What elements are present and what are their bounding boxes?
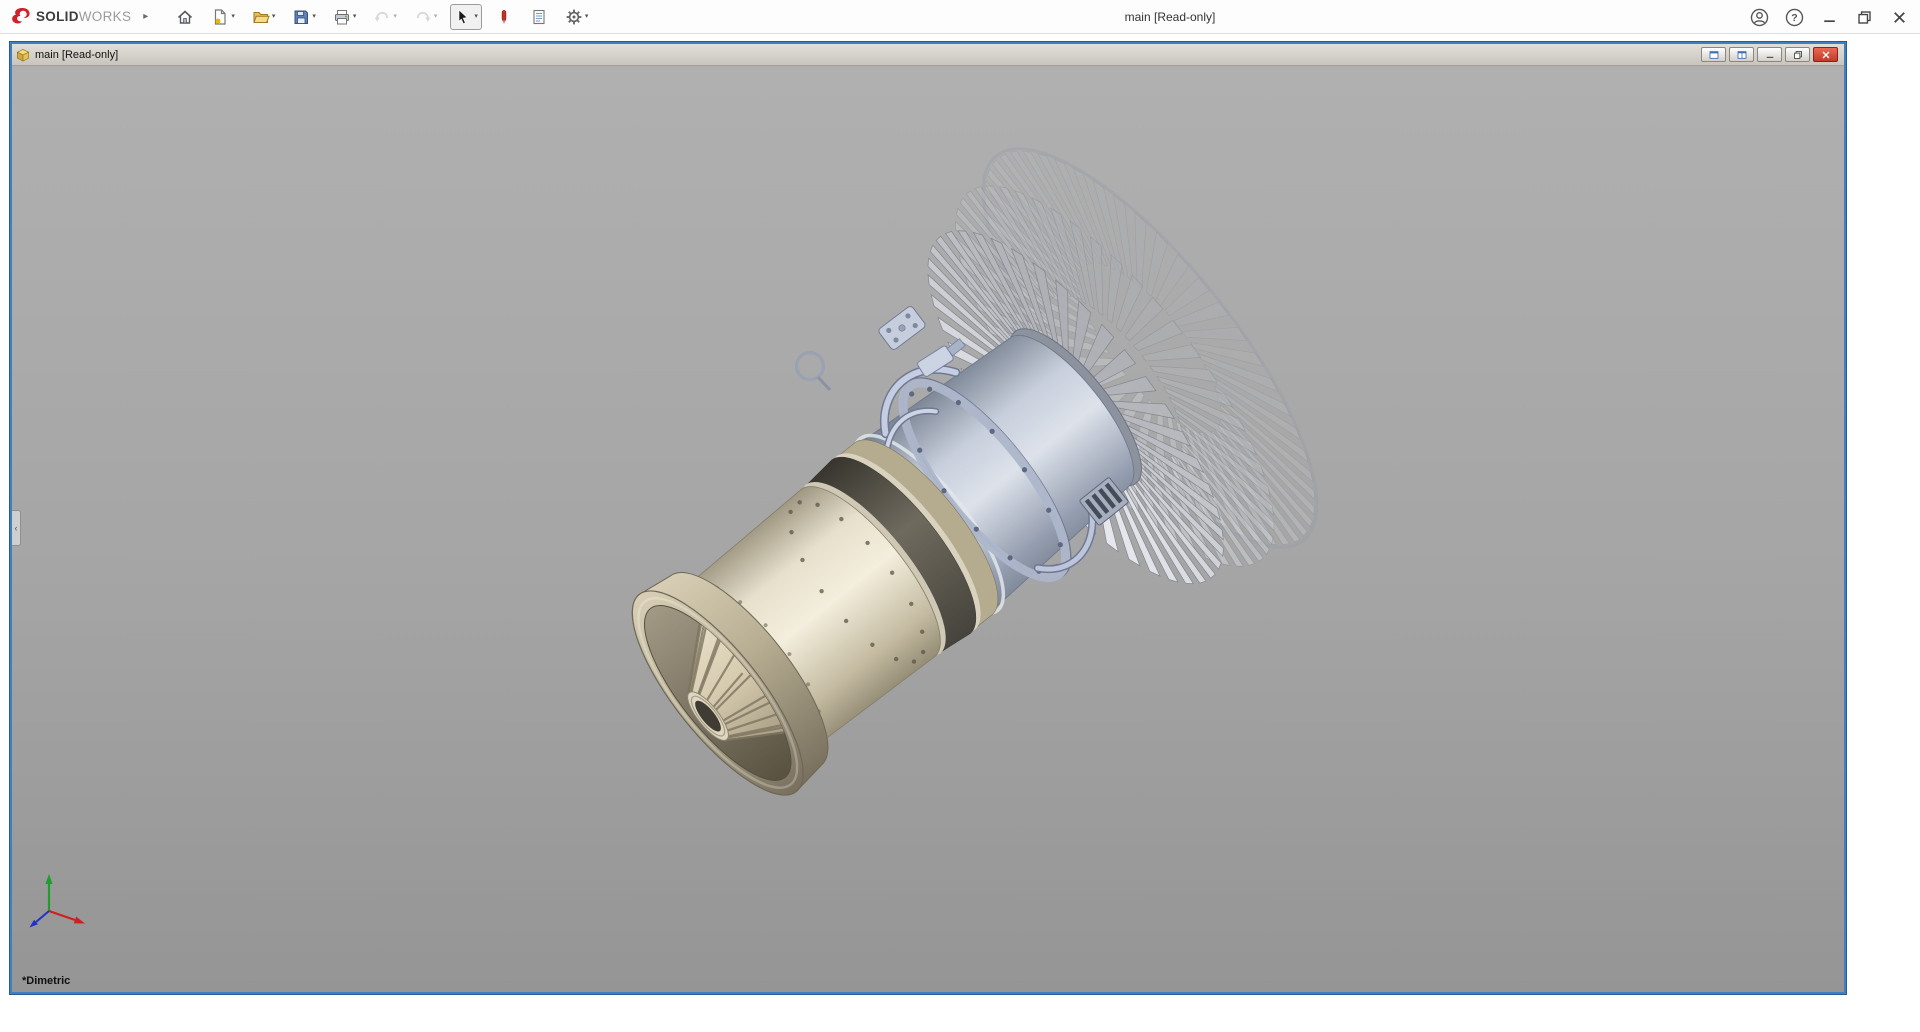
open-folder-icon: [253, 11, 270, 23]
app-window-controls: ?: [1746, 0, 1912, 34]
orientation-triad: [29, 874, 85, 928]
dropdown-caret-icon[interactable]: ▾: [434, 13, 438, 20]
triad-x-axis: [73, 916, 85, 924]
assembly-cube-icon: [16, 48, 30, 62]
minimize-button[interactable]: [1816, 4, 1842, 30]
dropdown-caret-icon[interactable]: ▾: [272, 13, 276, 20]
toolbar-undo-button[interactable]: ▾: [369, 4, 401, 30]
toolbar-touch-pen-button[interactable]: [491, 4, 517, 30]
hoist-ring: [794, 350, 826, 382]
toolbar-print-button[interactable]: ▾: [329, 4, 361, 30]
toolbar-home-button[interactable]: [172, 4, 198, 30]
toolbar-select-button[interactable]: ▾: [450, 3, 482, 30]
close-white-icon: [1822, 51, 1829, 58]
account-button[interactable]: [1746, 4, 1772, 30]
viewport-canvas: [29, 147, 1319, 928]
new-document-icon: [215, 8, 226, 25]
doc-viewport-single-button[interactable]: [1701, 47, 1726, 62]
select-cursor-icon: [459, 8, 469, 24]
maximize-button[interactable]: [1851, 4, 1877, 30]
document-title: main [Read-only]: [35, 48, 119, 61]
redo-arrow-icon: [416, 11, 431, 22]
close-button[interactable]: [1886, 4, 1912, 30]
restore-icon: [1857, 10, 1871, 24]
accessory-pad: [878, 306, 926, 350]
minimize-icon: [1766, 56, 1773, 58]
brand-text: SOLIDWORKS: [36, 8, 132, 24]
close-icon: [1893, 11, 1905, 23]
dropdown-caret-icon[interactable]: ▾: [393, 13, 397, 20]
dropdown-caret-icon[interactable]: ▾: [474, 13, 478, 20]
save-floppy-icon: [294, 10, 309, 24]
dropdown-caret-icon[interactable]: ▾: [353, 13, 357, 20]
home-icon: [178, 9, 193, 24]
question-circle-icon: ?: [1785, 8, 1803, 26]
toolbar-redo-button[interactable]: ▾: [410, 4, 442, 30]
brand-expand-arrow-icon[interactable]: ▸: [143, 11, 148, 22]
red-stylus-icon: [501, 9, 507, 24]
quick-access-toolbar: ▾ ▾ ▾ ▾ ▾ ▾ ▾ ▾: [172, 3, 593, 30]
document-window: main [Read-only] ‹ *Dimetric: [9, 41, 1847, 995]
minimize-icon: [1823, 19, 1835, 22]
person-circle-icon: [1750, 8, 1768, 26]
engine-assembly-model: [631, 147, 1319, 796]
toolbar-options-button[interactable]: ▾: [561, 4, 593, 30]
doc-close-button[interactable]: [1813, 47, 1838, 62]
dassault-logo-icon: [12, 7, 30, 23]
3d-viewport[interactable]: ‹ *Dimetric: [12, 66, 1844, 992]
restore-icon: [1793, 50, 1802, 59]
document-lines-icon: [533, 9, 545, 24]
featuremanager-collapsed-tab[interactable]: ‹: [12, 510, 21, 546]
toolbar-file-properties-button[interactable]: [526, 4, 552, 30]
svg-text:?: ?: [1791, 12, 1797, 24]
doc-viewport-split-button[interactable]: [1729, 47, 1754, 62]
document-titlebar[interactable]: main [Read-only]: [12, 44, 1844, 66]
dropdown-caret-icon[interactable]: ▾: [312, 13, 316, 20]
view-orientation-label: *Dimetric: [22, 975, 71, 987]
triad-y-axis: [45, 874, 53, 884]
printer-icon: [334, 9, 349, 24]
dropdown-caret-icon[interactable]: ▾: [231, 13, 235, 20]
toolbar-save-button[interactable]: ▾: [288, 4, 320, 30]
app-title: main [Read-only]: [1124, 10, 1216, 24]
app-titlebar: SOLIDWORKS ▸ ▾ ▾ ▾ ▾ ▾ ▾ ▾ ▾ main [Read-only] ?: [0, 0, 1920, 34]
solidworks-logo: SOLIDWORKS ▸: [0, 7, 148, 27]
gear-icon: [566, 9, 582, 24]
help-button[interactable]: ?: [1781, 4, 1807, 30]
viewport-split-icon: [1737, 50, 1746, 59]
doc-minimize-button[interactable]: [1757, 47, 1782, 62]
doc-restore-button[interactable]: [1785, 47, 1810, 62]
document-window-buttons: [1701, 47, 1838, 62]
dropdown-caret-icon[interactable]: ▾: [585, 13, 589, 20]
toolbar-open-button[interactable]: ▾: [248, 4, 280, 30]
viewport-single-icon: [1709, 50, 1718, 59]
undo-arrow-icon: [375, 11, 389, 22]
toolbar-new-document-button[interactable]: ▾: [207, 4, 239, 30]
